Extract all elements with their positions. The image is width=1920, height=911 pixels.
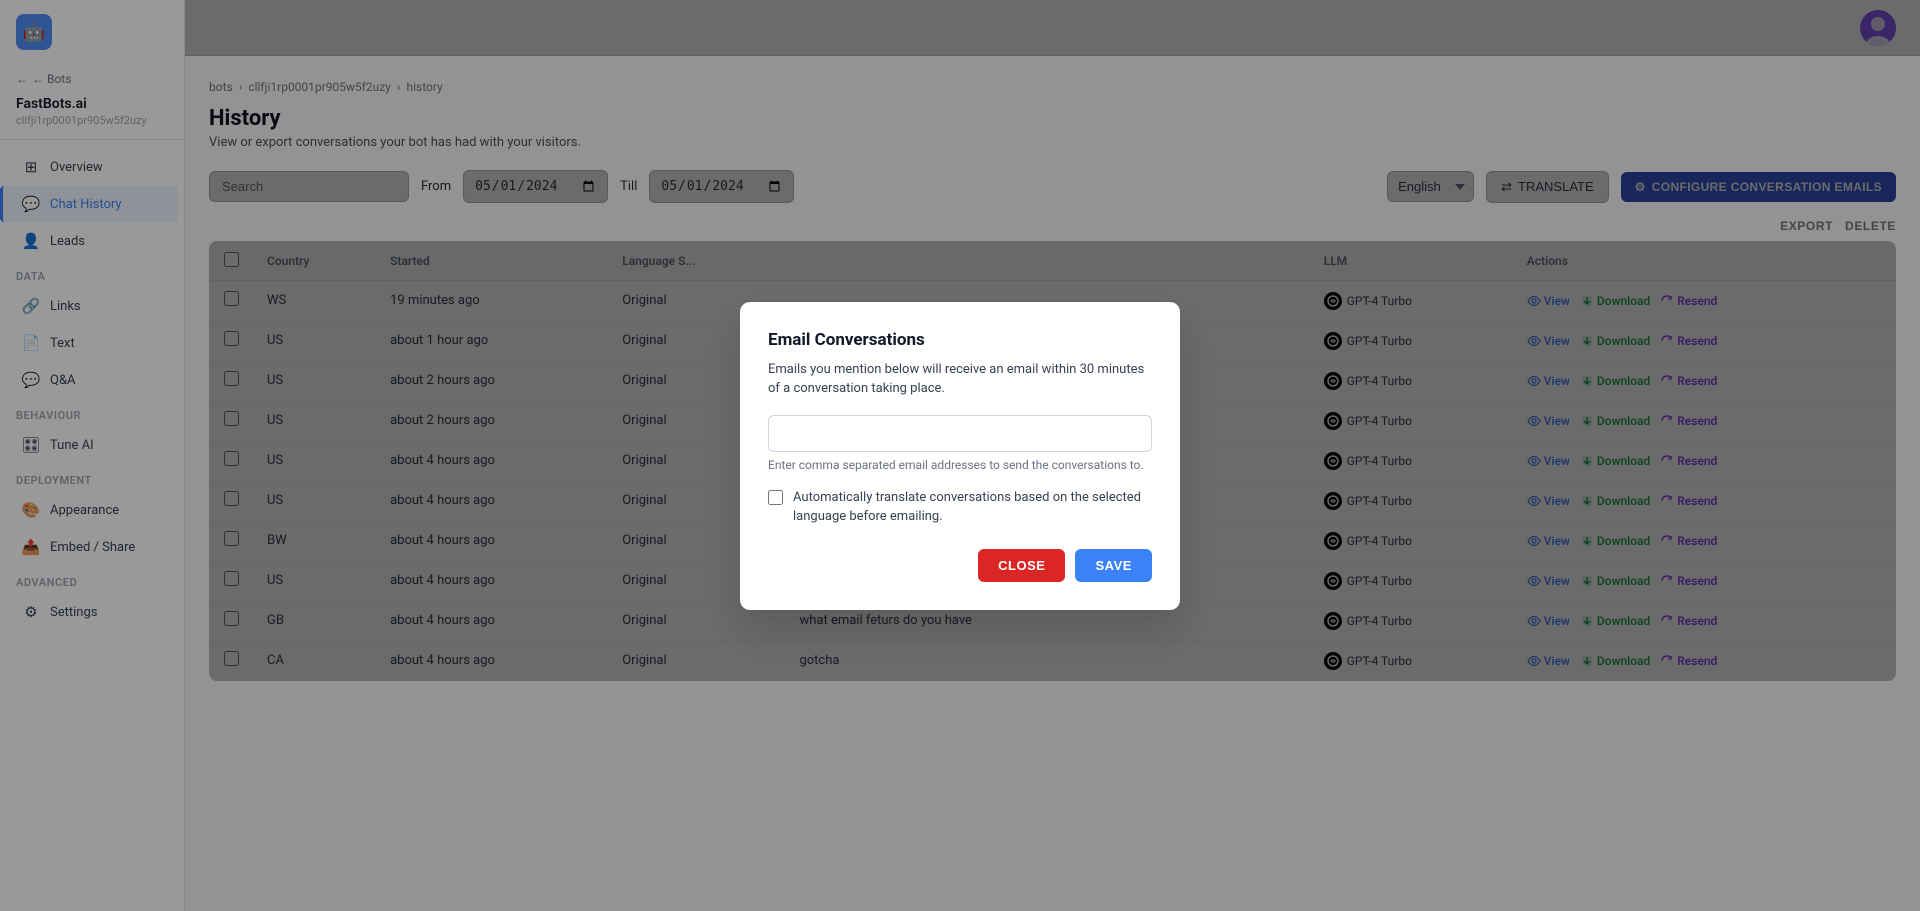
- modal-save-button[interactable]: SAVE: [1075, 549, 1152, 582]
- email-input[interactable]: [768, 415, 1152, 452]
- email-conversations-modal: Email Conversations Emails you mention b…: [740, 302, 1180, 610]
- modal-overlay: Email Conversations Emails you mention b…: [0, 0, 1920, 911]
- translate-checkbox[interactable]: [768, 490, 783, 505]
- modal-actions: CLOSE SAVE: [768, 549, 1152, 582]
- modal-checkbox-row: Automatically translate conversations ba…: [768, 488, 1152, 527]
- modal-title: Email Conversations: [768, 330, 1152, 350]
- modal-description: Emails you mention below will receive an…: [768, 360, 1152, 399]
- modal-close-button[interactable]: CLOSE: [978, 549, 1065, 582]
- modal-checkbox-label: Automatically translate conversations ba…: [793, 488, 1152, 527]
- modal-hint: Enter comma separated email addresses to…: [768, 458, 1152, 472]
